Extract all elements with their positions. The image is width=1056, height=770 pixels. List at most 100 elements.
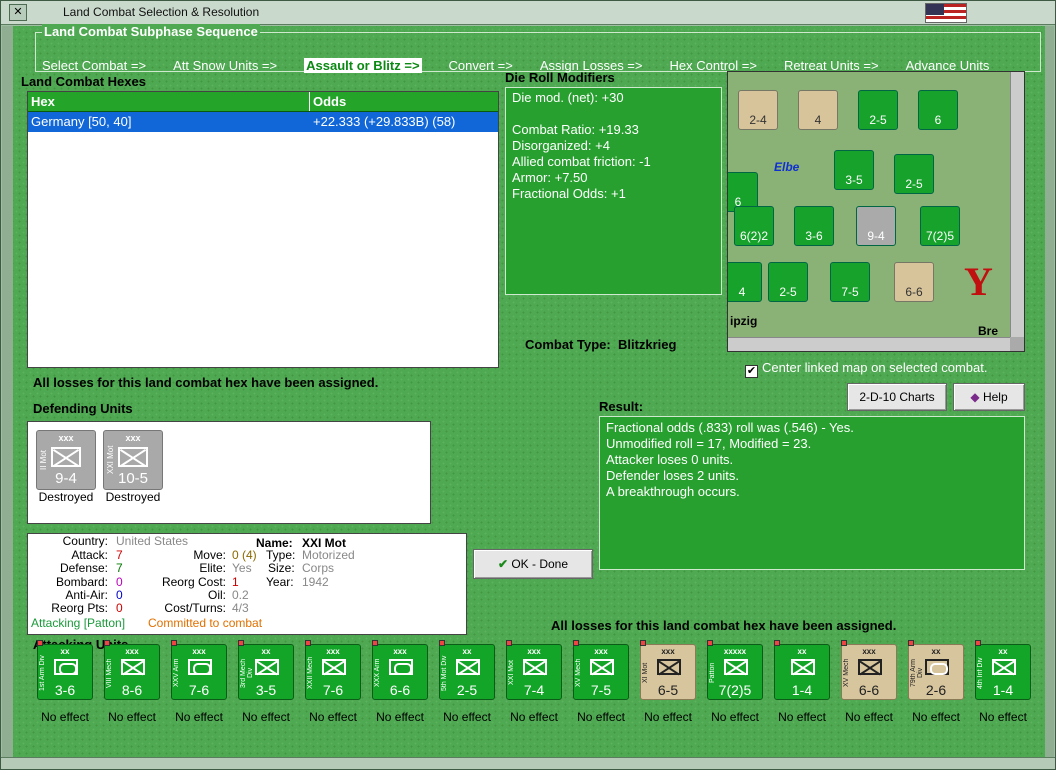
- map-counter[interactable]: 2-5: [768, 262, 808, 302]
- infantry-symbol-icon: [657, 659, 681, 675]
- unit-strength: 2-5: [456, 682, 478, 698]
- attacking-unit-counter[interactable]: xx 1-4: [774, 640, 830, 700]
- attacking-unit-counter[interactable]: xxx XXV Arm 7-6: [171, 640, 227, 700]
- attacking-unit-status: No effect: [41, 710, 89, 724]
- unit-strength: 3-6: [54, 682, 76, 698]
- map-counter[interactable]: 7(2)5: [920, 206, 960, 246]
- attacking-unit-counter[interactable]: xx 5th Mot Div 2-5: [439, 640, 495, 700]
- sequence-step[interactable]: Convert =>: [449, 58, 513, 73]
- attacking-note: Attacking [Patton]: [31, 616, 126, 630]
- sequence-step[interactable]: Select Combat =>: [42, 58, 146, 73]
- map-counter[interactable]: 3-6: [794, 206, 834, 246]
- defending-unit-counter[interactable]: xxx II Mot 9-4: [36, 430, 96, 490]
- country-label: Country:: [62, 534, 108, 548]
- map-counter[interactable]: 6: [918, 90, 958, 130]
- map-vertical-scrollbar[interactable]: [1010, 72, 1024, 337]
- armor-symbol-icon: [54, 659, 78, 675]
- map-counter-value: 9-4: [867, 229, 885, 243]
- odds-column-header[interactable]: Odds: [310, 92, 474, 111]
- system-menu-button[interactable]: ✕: [9, 4, 27, 21]
- map-label-bre: Bre: [978, 324, 999, 338]
- defending-panel: xxx II Mot 9-4 Destroyed xxx XXI Mot 10-5 Destr…: [27, 421, 431, 524]
- map-counter[interactable]: 6(2)2: [734, 206, 774, 246]
- attacking-unit-counter[interactable]: xx 3rd Mech Div 3-5: [238, 640, 294, 700]
- attacking-unit-counter[interactable]: xxx XXII Mech 7-6: [305, 640, 361, 700]
- defense-value: 7: [116, 561, 123, 575]
- drm-line: [512, 106, 715, 122]
- sequence-legend: Land Combat Subphase Sequence: [42, 24, 260, 39]
- checkbox-icon[interactable]: ✔: [745, 365, 758, 378]
- drm-label: Die Roll Modifiers: [505, 70, 615, 85]
- attacking-unit-counter[interactable]: xxxxx Patton 7(2)5: [707, 640, 763, 700]
- map-counter[interactable]: 4: [798, 90, 838, 130]
- combat-window: ✕ Land Combat Selection & Resolution Lan…: [0, 0, 1056, 770]
- attacking-unit-status: No effect: [778, 710, 826, 724]
- help-button[interactable]: ◆ Help: [953, 383, 1025, 411]
- attacking-unit-status: No effect: [510, 710, 558, 724]
- result-line: Attacker loses 0 units.: [606, 452, 734, 467]
- attacking-unit-counter[interactable]: xxx XI Mot 6-5: [640, 640, 696, 700]
- map-counter[interactable]: 7-5: [830, 262, 870, 302]
- sequence-step[interactable]: Assault or Blitz =>: [304, 58, 422, 73]
- reorg-pts-value: 0: [116, 601, 123, 615]
- attacking-units-row: xx 1st Arm Div 3-6 No effect xxx VIII Mech 8-6…: [15, 638, 1031, 734]
- unit-marker-icon: [37, 640, 43, 646]
- map-counter-value: 6(2)2: [739, 229, 768, 243]
- attacking-unit-counter[interactable]: xxx XXI Mot 7-4: [506, 640, 562, 700]
- unit-size: xx: [462, 647, 472, 656]
- map-counter-value: 7-5: [841, 285, 859, 299]
- defending-unit-counter[interactable]: xxx XXI Mot 10-5: [103, 430, 163, 490]
- ok-done-button[interactable]: ✔ OK - Done: [473, 549, 593, 579]
- map-counter[interactable]: 2-4: [738, 90, 778, 130]
- unit-marker-icon: [305, 640, 311, 646]
- us-flag-icon: [925, 3, 967, 23]
- attacking-unit-counter[interactable]: xxx XXX Arm 6-6: [372, 640, 428, 700]
- map-counter[interactable]: 3-5: [834, 150, 874, 190]
- combat-type: Combat Type: Blitzkrieg: [525, 337, 676, 352]
- attacking-unit-status: No effect: [711, 710, 759, 724]
- attacking-unit-counter[interactable]: xx 79th Arm Div 2-6: [908, 640, 964, 700]
- map-counter[interactable]: 9-4: [856, 206, 896, 246]
- attacking-unit-status: No effect: [108, 710, 156, 724]
- unit-size: xx: [60, 647, 70, 656]
- year-label: Year:: [266, 575, 294, 589]
- map-counter[interactable]: 4: [728, 262, 762, 302]
- attacking-unit-counter[interactable]: xx 4th Inf Div 1-4: [975, 640, 1031, 700]
- hex-column-header[interactable]: Hex: [28, 92, 310, 111]
- attacking-unit-counter[interactable]: xxx XV Mech 6-6: [841, 640, 897, 700]
- armor-symbol-icon: [188, 659, 212, 675]
- unit-size: xxx: [527, 647, 541, 656]
- attacking-unit-counter[interactable]: xxx VIII Mech 8-6: [104, 640, 160, 700]
- charts-button[interactable]: 2-D-10 Charts: [847, 383, 947, 411]
- map-counter[interactable]: 2-5: [858, 90, 898, 130]
- center-map-checkbox[interactable]: ✔ Center linked map on selected combat.: [745, 360, 987, 378]
- linked-map[interactable]: 6 4 6-6 7-5 2-5 7(2)5 9-4 3-6 6(2)2 2-5 3-5 6 2-5 4 2-…: [727, 71, 1025, 352]
- map-counter[interactable]: 2-5: [894, 154, 934, 194]
- unit-size: xxxxx: [723, 647, 747, 656]
- attacking-unit-counter[interactable]: xx 1st Arm Div 3-6: [37, 640, 93, 700]
- unit-marker-icon: [439, 640, 445, 646]
- map-horizontal-scrollbar[interactable]: [728, 337, 1012, 351]
- unit-strength: 1-4: [791, 682, 813, 698]
- map-counter-value: 2-4: [749, 113, 767, 127]
- drm-line: Combat Ratio: +19.33: [512, 122, 639, 137]
- combat-type-label: Combat Type:: [525, 337, 611, 352]
- unit-strength: 3-5: [255, 682, 277, 698]
- attacking-unit-status: No effect: [912, 710, 960, 724]
- map-counter[interactable]: 6-6: [894, 262, 934, 302]
- unit-marker-icon: [975, 640, 981, 646]
- result-label: Result:: [599, 399, 644, 414]
- hex-row[interactable]: Germany [50, 40] +22.333 (+29.833B) (58): [28, 112, 498, 132]
- unit-marker-icon: [573, 640, 579, 646]
- unit-size: xxx: [862, 647, 876, 656]
- hexes-list[interactable]: Hex Odds Germany [50, 40] +22.333 (+29.8…: [27, 91, 499, 368]
- unit-marker-icon: [908, 640, 914, 646]
- sequence-step[interactable]: Att Snow Units =>: [173, 58, 277, 73]
- bottom-frame: [1, 757, 1055, 769]
- attacking-unit-counter[interactable]: xxx XV Mech 7-5: [573, 640, 629, 700]
- infantry-symbol-icon: [255, 659, 279, 675]
- unit-size: xxx: [594, 647, 608, 656]
- defense-label: Defense:: [59, 561, 108, 575]
- losses-message-top: All losses for this land combat hex have…: [33, 375, 379, 390]
- hex-cell: Germany [50, 40]: [31, 114, 132, 129]
